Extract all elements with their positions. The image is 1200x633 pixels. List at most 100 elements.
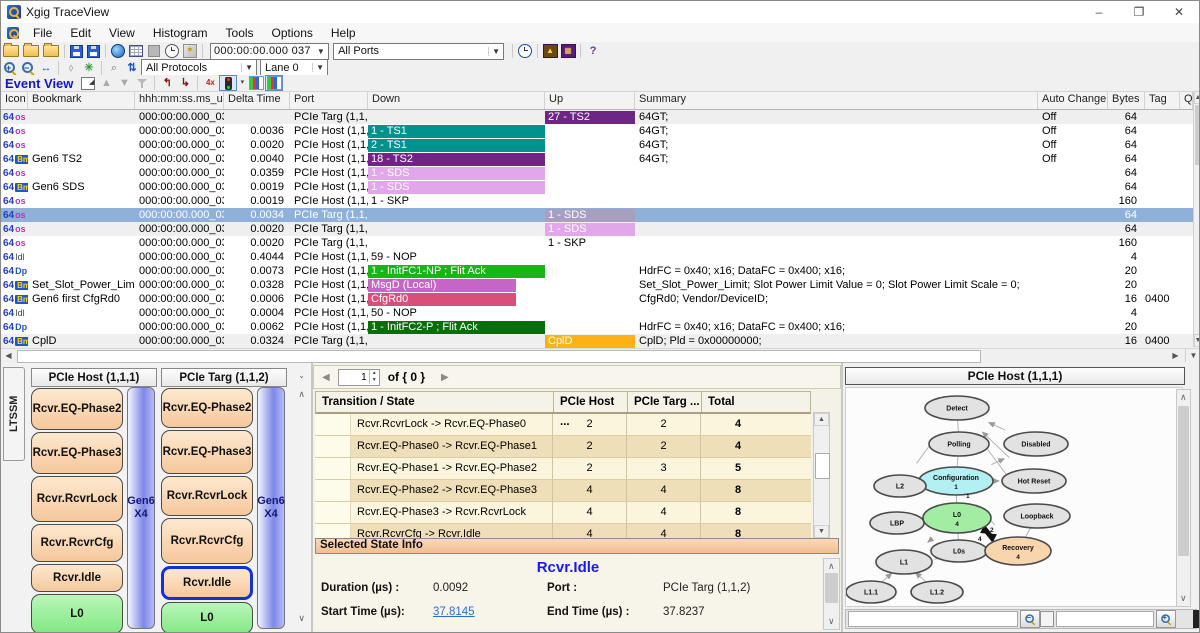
table-row[interactable]: 64os000:00:00.000_0370.0359PCIe Host (1,…: [1, 166, 1193, 180]
tcol-transition-state[interactable]: Transition / State: [316, 392, 553, 412]
marker-icon[interactable]: ✳: [81, 61, 97, 75]
column-header-auto-change[interactable]: Auto Change: [1038, 92, 1108, 109]
trigger-time-field[interactable]: 000:00:00.000 037 ▼: [210, 43, 329, 60]
grid-blue-icon[interactable]: [267, 76, 282, 90]
table-row[interactable]: 64os000:00:00.000_0370.0020PCIe Host (1,…: [1, 138, 1193, 152]
table-row[interactable]: 64os000:00:00.000_0370.0036PCIe Host (1,…: [1, 124, 1193, 138]
nav-prev-icon[interactable]: ◀: [322, 372, 330, 383]
state-node-l1[interactable]: L1: [876, 550, 932, 574]
tcol-total[interactable]: Total: [701, 392, 776, 412]
menu-options[interactable]: Options: [263, 26, 322, 40]
state-node-polling[interactable]: Polling: [929, 432, 989, 456]
table-row[interactable]: 64BmGen6 SDS000:00:00.000_0370.0019PCIe …: [1, 180, 1193, 194]
state-node-disabled[interactable]: Disabled: [1004, 432, 1068, 456]
ltssm-tab[interactable]: LTSSM: [3, 367, 25, 461]
menu-histogram[interactable]: Histogram: [144, 26, 217, 40]
traffic-light-icon[interactable]: [225, 77, 232, 90]
time-dropdown-icon[interactable]: ▼: [317, 47, 325, 56]
tag-icon[interactable]: ⬨: [63, 61, 79, 75]
page-spinner[interactable]: 1 ▲▼: [338, 369, 380, 386]
save-icon[interactable]: [70, 45, 83, 58]
table-row[interactable]: 64BmSet_Slot_Power_Limit000:00:00.000_03…: [1, 278, 1193, 292]
column-header-tag[interactable]: Tag: [1145, 92, 1180, 109]
table-row[interactable]: 64os000:00:00.000_0370.0020PCIe Targ (1,…: [1, 222, 1193, 236]
jump-up-icon[interactable]: ↰: [159, 76, 175, 90]
ports-combo[interactable]: All Ports ▼: [333, 43, 504, 60]
protocols-combo[interactable]: All Protocols ▼: [141, 59, 257, 76]
event-table-vscrollbar[interactable]: ▲ ▼: [1193, 91, 1200, 347]
grid-green-icon[interactable]: [249, 76, 264, 90]
column-header-port[interactable]: Port: [290, 92, 368, 109]
state-node-loopback[interactable]: Loopback: [1004, 504, 1070, 528]
filter-icon[interactable]: [137, 78, 147, 88]
error-view-icon[interactable]: ▦: [561, 44, 576, 58]
transition-row[interactable]: Rcvr.EQ-Phase0 -> Rcvr.EQ-Phase1224: [315, 436, 811, 458]
open-file-icon[interactable]: [23, 45, 39, 57]
ltssm-state-rcvr-rcvrlock[interactable]: Rcvr.RcvrLock: [161, 476, 253, 516]
ltssm-column-header-host[interactable]: PCIe Host (1,1,1): [31, 368, 157, 387]
zoom-out-icon[interactable]: −: [21, 61, 35, 75]
speed-icon[interactable]: 4x: [202, 76, 218, 90]
diagram-zoom-out-button[interactable]: −: [1020, 610, 1040, 628]
state-node-config[interactable]: Configuration1: [919, 467, 993, 495]
search-icon[interactable]: ⌕: [106, 61, 122, 75]
column-header-bookmark[interactable]: Bookmark: [28, 92, 135, 109]
traffic-caret-icon[interactable]: ▾: [238, 76, 246, 90]
scroll-down-icon[interactable]: ▼: [1194, 334, 1200, 347]
ltssm-state-l0[interactable]: L0: [31, 594, 123, 633]
restore-button[interactable]: ❐: [1119, 1, 1159, 23]
diagram-zoom-in-button[interactable]: +: [1156, 610, 1176, 628]
lane-combo[interactable]: Lane 0 ▼: [260, 59, 328, 76]
column-header-bytes[interactable]: Bytes: [1108, 92, 1145, 109]
ltssm-state-rcvr-rcvrcfg[interactable]: Rcvr.RcvrCfg: [31, 524, 123, 562]
prev-event-icon[interactable]: ▲: [98, 76, 114, 90]
info-scroll-down-icon[interactable]: ∨: [828, 616, 835, 627]
column-header-hhh-mm-ss-ms-us[interactable]: hhh:mm:ss.ms_us: [135, 92, 224, 109]
minimize-button[interactable]: –: [1079, 1, 1119, 23]
timer-icon[interactable]: [165, 44, 179, 58]
next-event-icon[interactable]: ▼: [116, 76, 132, 90]
swap-direction-icon[interactable]: ⇅: [124, 61, 140, 75]
ltssm-scroll-down-icon[interactable]: ∨: [298, 613, 305, 624]
info-scroll-up-icon[interactable]: ∧: [828, 561, 835, 572]
table-row[interactable]: 64BmGen6 TS2000:00:00.000_0370.0040PCIe …: [1, 152, 1193, 166]
diagram-scroll-up-icon[interactable]: ∧: [1180, 392, 1187, 403]
table-row[interactable]: 64Idl000:00:00.000_0380.0004PCIe Host (1…: [1, 306, 1193, 320]
state-node-hotreset[interactable]: Hot Reset: [1002, 469, 1066, 493]
table-row[interactable]: 64os000:00:00.000_0370.0034PCIe Targ (1,…: [1, 208, 1193, 222]
help-icon[interactable]: ?: [585, 44, 601, 58]
spinner-arrows-icon[interactable]: ▲▼: [369, 370, 379, 384]
table-row[interactable]: 64os000:00:00.000_0370.0020PCIe Targ (1,…: [1, 236, 1193, 250]
ports-combo-arrow-icon[interactable]: ▼: [488, 47, 503, 56]
tcol-target[interactable]: PCIe Targ ...: [627, 392, 701, 412]
ltssm-state-rcvr-eq-phase3[interactable]: Rcvr.EQ-Phase3: [161, 430, 253, 474]
transition-row[interactable]: Rcvr.EQ-Phase1 -> Rcvr.EQ-Phase2235: [315, 458, 811, 480]
diagram-scrollbar[interactable]: ∧ ∨: [1176, 389, 1191, 607]
scroll-right-icon[interactable]: ▶: [1168, 349, 1183, 362]
state-node-l0[interactable]: L04: [923, 503, 991, 533]
capture-view-icon[interactable]: [111, 44, 125, 58]
ttable-scroll-down-icon[interactable]: ▼: [814, 525, 829, 538]
panel-resize-handle[interactable]: [1193, 610, 1199, 628]
fit-width-icon[interactable]: ↔: [38, 61, 54, 75]
jump-down-icon[interactable]: ↳: [177, 76, 193, 90]
save-all-icon[interactable]: [87, 45, 100, 58]
menu-tools[interactable]: Tools: [217, 26, 263, 40]
ltssm-scroll-up-icon[interactable]: ∧: [298, 389, 305, 400]
column-header-summary[interactable]: Summary: [635, 92, 1038, 109]
state-node-l11[interactable]: L1.1: [846, 581, 896, 603]
state-diagram[interactable]: Detect Polling Disabled Configuration1 Hot R…: [845, 387, 1183, 607]
lane-combo-arrow-icon[interactable]: ▼: [312, 63, 327, 72]
ltssm-state-rcvr-idle[interactable]: Rcvr.Idle: [31, 564, 123, 592]
open-trace-icon[interactable]: [3, 45, 19, 57]
menu-file[interactable]: File: [24, 26, 61, 40]
state-node-lbp[interactable]: LBP: [870, 512, 924, 534]
ltssm-state-rcvr-idle[interactable]: Rcvr.Idle: [161, 566, 253, 600]
start-time-link[interactable]: 37.8145: [433, 606, 475, 618]
menu-help[interactable]: Help: [322, 26, 365, 40]
table-row[interactable]: 64BmGen6 first CfgRd0000:00:00.000_0380.…: [1, 292, 1193, 306]
state-node-detect[interactable]: Detect: [925, 396, 989, 420]
transition-row[interactable]: Rcvr.EQ-Phase2 -> Rcvr.EQ-Phase3448: [315, 480, 811, 502]
column-header-up[interactable]: Up: [545, 92, 635, 109]
table-row[interactable]: 64Dp000:00:00.000_0380.0062PCIe Host (1,…: [1, 320, 1193, 334]
